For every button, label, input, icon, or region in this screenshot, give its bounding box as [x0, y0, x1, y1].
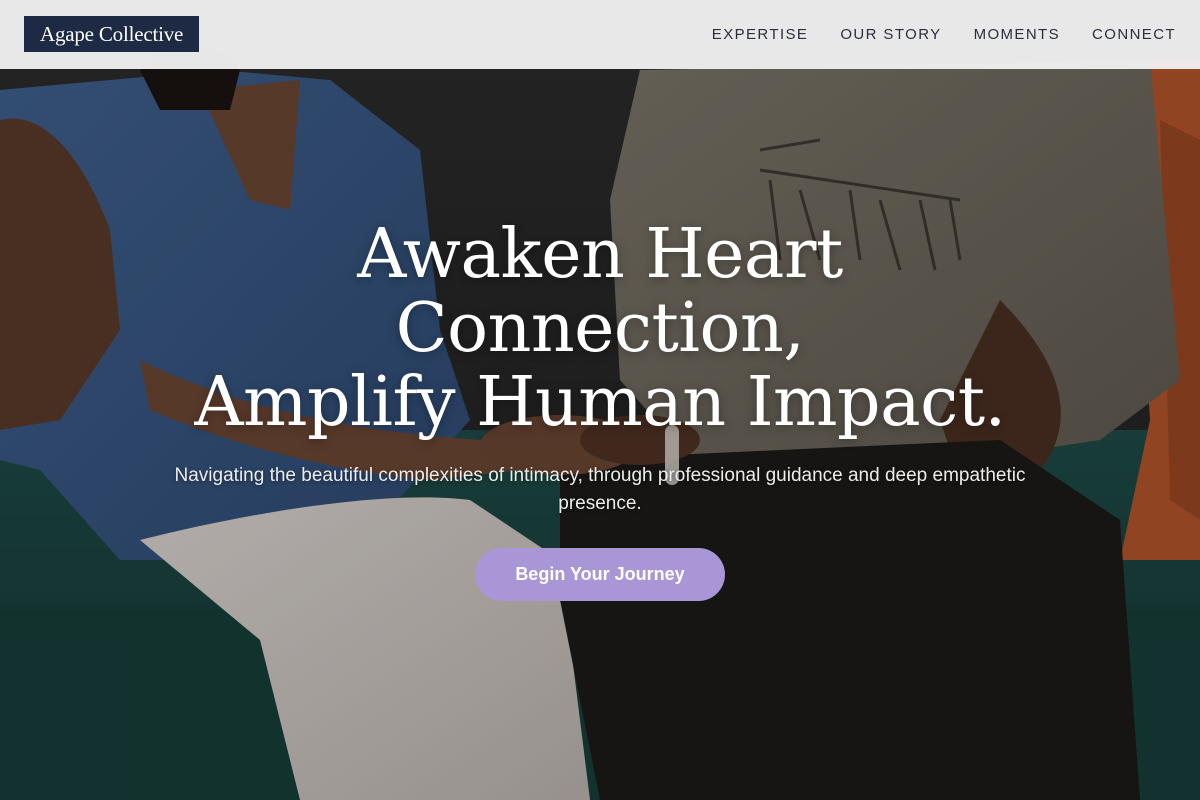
begin-journey-button[interactable]: Begin Your Journey [475, 548, 725, 601]
hero-title-line-3: Amplify Human Impact. [194, 363, 1006, 442]
nav-link-moments[interactable]: MOMENTS [974, 26, 1060, 43]
nav-link-our-story[interactable]: OUR STORY [840, 26, 941, 43]
main-nav: EXPERTISE OUR STORY MOMENTS CONNECT [712, 0, 1176, 69]
hero-title-line-1: Awaken Heart [357, 215, 843, 294]
brand-logo[interactable]: Agape Collective [24, 16, 200, 52]
hero-title-line-2: Connection, [395, 289, 805, 368]
hero-subtitle: Navigating the beautiful complexities of… [174, 465, 1026, 514]
nav-link-expertise[interactable]: EXPERTISE [712, 26, 809, 43]
hero-title: Awaken Heart Connection, Amplify Human I… [0, 218, 1200, 440]
site-header: Agape Collective EXPERTISE OUR STORY MOM… [0, 0, 1200, 69]
nav-link-connect[interactable]: CONNECT [1092, 26, 1176, 43]
hero-content: Awaken Heart Connection, Amplify Human I… [0, 218, 1200, 601]
